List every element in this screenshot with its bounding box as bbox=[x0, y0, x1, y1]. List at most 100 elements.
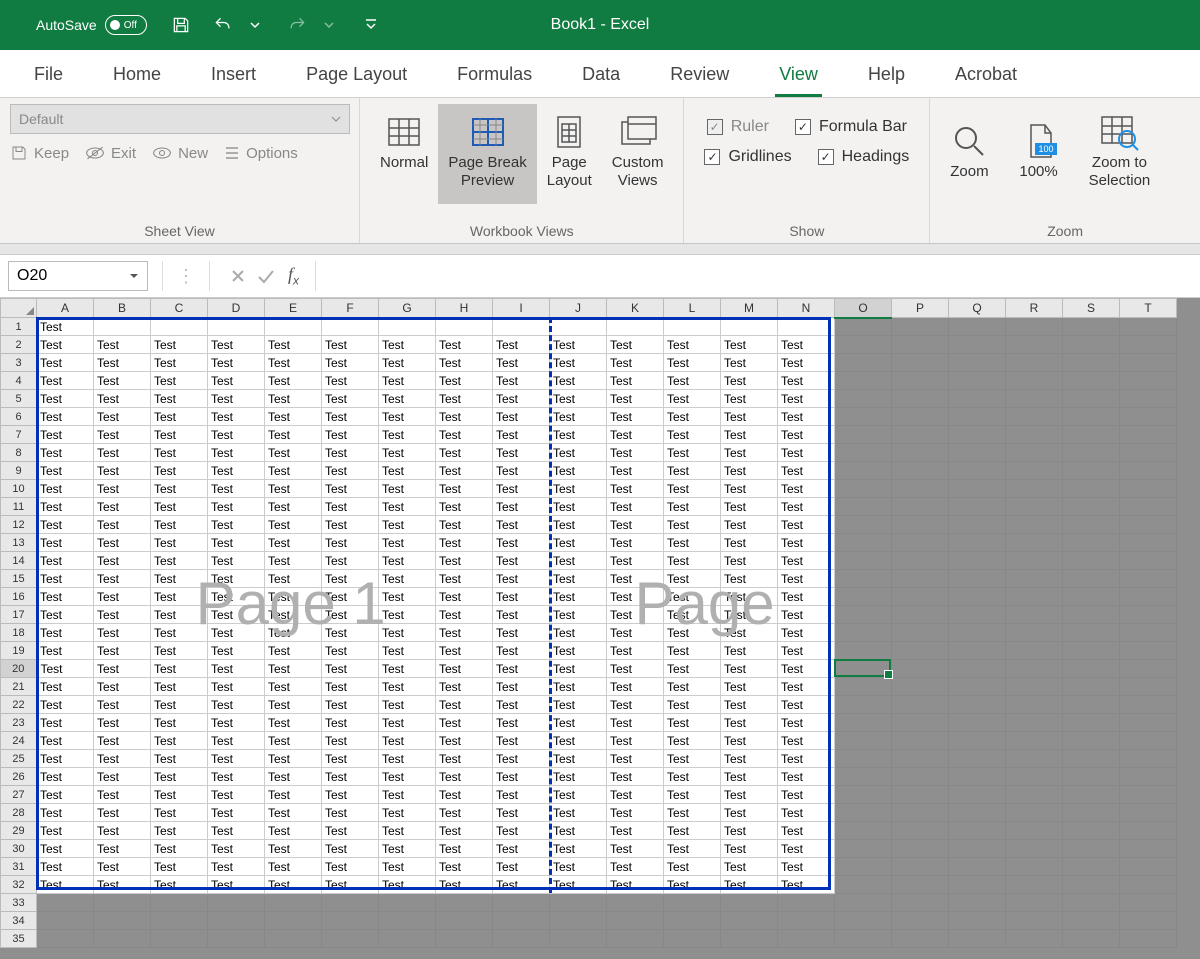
cell[interactable] bbox=[1006, 660, 1063, 678]
cell[interactable] bbox=[1006, 930, 1063, 948]
cell[interactable]: Test bbox=[379, 552, 436, 570]
cell[interactable]: Test bbox=[94, 750, 151, 768]
cell[interactable] bbox=[436, 930, 493, 948]
cell[interactable]: Test bbox=[37, 606, 94, 624]
cell[interactable]: Test bbox=[436, 660, 493, 678]
cell[interactable]: Test bbox=[550, 570, 607, 588]
cell[interactable] bbox=[721, 318, 778, 336]
cell[interactable] bbox=[835, 372, 892, 390]
cell[interactable]: Test bbox=[208, 732, 265, 750]
cell[interactable] bbox=[892, 660, 949, 678]
cell[interactable]: Test bbox=[265, 678, 322, 696]
cell[interactable]: Test bbox=[151, 534, 208, 552]
cell[interactable] bbox=[1120, 426, 1177, 444]
cell[interactable] bbox=[1063, 876, 1120, 894]
row-header[interactable]: 31 bbox=[1, 858, 37, 876]
cell[interactable]: Test bbox=[664, 876, 721, 894]
cell[interactable] bbox=[1006, 318, 1063, 336]
cell[interactable]: Test bbox=[436, 354, 493, 372]
cell[interactable]: Test bbox=[550, 660, 607, 678]
cell[interactable]: Test bbox=[607, 480, 664, 498]
cell[interactable] bbox=[1006, 696, 1063, 714]
cell[interactable]: Test bbox=[37, 786, 94, 804]
cell[interactable] bbox=[778, 930, 835, 948]
cell[interactable]: Test bbox=[550, 804, 607, 822]
tab-formulas[interactable]: Formulas bbox=[453, 54, 536, 97]
cell[interactable]: Test bbox=[778, 480, 835, 498]
cell[interactable]: Test bbox=[322, 516, 379, 534]
cell[interactable] bbox=[151, 894, 208, 912]
cell[interactable]: Test bbox=[436, 462, 493, 480]
cell[interactable] bbox=[1063, 840, 1120, 858]
cell[interactable]: Test bbox=[265, 750, 322, 768]
cell[interactable]: Test bbox=[664, 444, 721, 462]
cell[interactable]: Test bbox=[151, 714, 208, 732]
cell[interactable]: Test bbox=[550, 498, 607, 516]
cell[interactable] bbox=[1063, 696, 1120, 714]
cell[interactable]: Test bbox=[607, 444, 664, 462]
cell[interactable]: Test bbox=[265, 336, 322, 354]
cell[interactable]: Test bbox=[265, 516, 322, 534]
cell[interactable]: Test bbox=[436, 534, 493, 552]
cell[interactable] bbox=[1063, 552, 1120, 570]
cell[interactable]: Test bbox=[550, 768, 607, 786]
cell[interactable]: Test bbox=[94, 336, 151, 354]
cell[interactable] bbox=[1006, 642, 1063, 660]
cell[interactable]: Test bbox=[607, 372, 664, 390]
column-header[interactable]: D bbox=[208, 299, 265, 318]
cell[interactable]: Test bbox=[493, 462, 550, 480]
cell[interactable]: Test bbox=[607, 354, 664, 372]
cell[interactable]: Test bbox=[94, 444, 151, 462]
cell[interactable]: Test bbox=[778, 768, 835, 786]
cell[interactable]: Test bbox=[664, 534, 721, 552]
cell[interactable]: Test bbox=[778, 660, 835, 678]
cell[interactable]: Test bbox=[778, 606, 835, 624]
cell[interactable]: Test bbox=[94, 480, 151, 498]
cell[interactable]: Test bbox=[265, 534, 322, 552]
cell[interactable] bbox=[493, 912, 550, 930]
cell[interactable]: Test bbox=[550, 480, 607, 498]
cell[interactable] bbox=[1120, 840, 1177, 858]
cell[interactable]: Test bbox=[607, 606, 664, 624]
column-header[interactable]: I bbox=[493, 299, 550, 318]
cell[interactable]: Test bbox=[322, 588, 379, 606]
cell[interactable] bbox=[892, 408, 949, 426]
cell[interactable]: Test bbox=[379, 876, 436, 894]
cell[interactable]: Test bbox=[151, 390, 208, 408]
cell[interactable] bbox=[322, 894, 379, 912]
cell[interactable]: Test bbox=[664, 804, 721, 822]
cell[interactable]: Test bbox=[493, 804, 550, 822]
cell[interactable] bbox=[1063, 480, 1120, 498]
cell[interactable]: Test bbox=[322, 750, 379, 768]
cell[interactable]: Test bbox=[436, 570, 493, 588]
cell[interactable]: Test bbox=[37, 552, 94, 570]
cell[interactable] bbox=[835, 660, 892, 678]
cell[interactable] bbox=[892, 426, 949, 444]
cell[interactable] bbox=[1120, 894, 1177, 912]
cell[interactable]: Test bbox=[436, 408, 493, 426]
cell[interactable]: Test bbox=[322, 678, 379, 696]
cell[interactable]: Test bbox=[322, 822, 379, 840]
cell[interactable]: Test bbox=[94, 696, 151, 714]
cell[interactable]: Test bbox=[379, 750, 436, 768]
cell[interactable] bbox=[1120, 318, 1177, 336]
cell[interactable] bbox=[835, 786, 892, 804]
cell[interactable] bbox=[1063, 354, 1120, 372]
cell[interactable] bbox=[835, 318, 892, 336]
cell[interactable]: Test bbox=[322, 498, 379, 516]
column-header[interactable]: L bbox=[664, 299, 721, 318]
cell[interactable] bbox=[1006, 588, 1063, 606]
undo-dropdown-icon[interactable] bbox=[243, 13, 267, 37]
cell[interactable]: Test bbox=[322, 354, 379, 372]
cell[interactable]: Test bbox=[493, 516, 550, 534]
cell[interactable] bbox=[1063, 408, 1120, 426]
cell[interactable] bbox=[1006, 426, 1063, 444]
cell[interactable]: Test bbox=[379, 786, 436, 804]
cell[interactable] bbox=[835, 624, 892, 642]
cell[interactable]: Test bbox=[379, 678, 436, 696]
cell[interactable]: Test bbox=[379, 804, 436, 822]
cell[interactable] bbox=[151, 318, 208, 336]
cell[interactable]: Test bbox=[265, 444, 322, 462]
cell[interactable]: Test bbox=[778, 534, 835, 552]
cell[interactable] bbox=[1063, 534, 1120, 552]
